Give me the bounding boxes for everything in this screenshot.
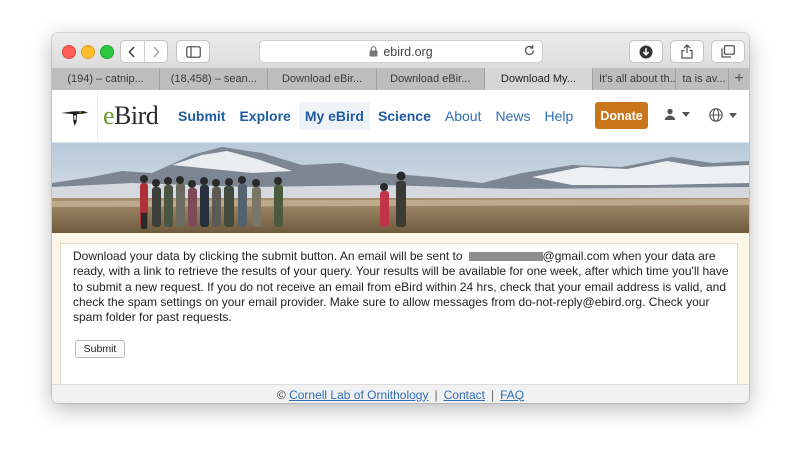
tab-overview-button[interactable] — [711, 40, 745, 63]
submit-button[interactable]: Submit — [75, 340, 125, 358]
caret-down-icon — [729, 112, 737, 118]
tab-sean[interactable]: (18,458) – sean... — [160, 68, 269, 90]
redacted-email-username — [468, 252, 543, 261]
main-nav: Submit Explore My eBird Science About Ne… — [172, 102, 581, 130]
downloads-button[interactable] — [629, 40, 663, 63]
nav-help[interactable]: Help — [538, 102, 579, 130]
chevron-left-icon — [128, 45, 135, 58]
site-header: eBird Submit Explore My eBird Science Ab… — [52, 90, 749, 143]
nav-my-ebird[interactable]: My eBird — [298, 102, 370, 130]
tab-catnip[interactable]: (194) – catnip... — [52, 68, 161, 90]
globe-icon — [709, 108, 723, 122]
tab-bar: (194) – catnip... (18,458) – sean... Dow… — [52, 68, 749, 91]
tab-download-ebird-1[interactable]: Download eBir... — [268, 68, 377, 90]
sidebar-button[interactable] — [176, 40, 210, 63]
tab-download-my-data[interactable]: Download My... — [484, 68, 594, 90]
share-button[interactable] — [670, 40, 704, 63]
cornell-lab-link[interactable]: Cornell Lab of Ornithology — [289, 388, 428, 402]
bird-logo-icon — [60, 111, 88, 126]
ebird-wordmark[interactable]: eBird — [103, 101, 159, 131]
browser-toolbar: ebird.org — [52, 33, 749, 69]
browser-window: ebird.org (194) – catnip... (18,458) – s… — [52, 33, 749, 403]
wordmark-prefix: e — [103, 101, 115, 130]
account-menu[interactable] — [664, 108, 690, 120]
download-instructions: Download your data by clicking the submi… — [73, 249, 729, 325]
nav-about[interactable]: About — [439, 102, 488, 130]
nav-submit[interactable]: Submit — [172, 102, 231, 130]
message-intro: Download your data by clicking the submi… — [73, 249, 463, 263]
maximize-window-button[interactable] — [100, 45, 114, 59]
download-icon — [639, 45, 653, 58]
contact-link[interactable]: Contact — [444, 388, 485, 402]
site-footer: © Cornell Lab of Ornithology | Contact |… — [52, 384, 749, 403]
address-bar[interactable]: ebird.org — [259, 40, 543, 63]
close-window-button[interactable] — [62, 45, 76, 59]
nav-science[interactable]: Science — [372, 102, 437, 130]
user-icon — [664, 108, 676, 120]
back-button[interactable] — [121, 41, 144, 62]
new-tab-button[interactable]: + — [729, 68, 749, 90]
tab-data-available[interactable]: ta is av... — [676, 68, 730, 90]
caret-down-icon — [682, 111, 690, 117]
footer-separator: | — [434, 387, 438, 402]
wordmark-suffix: Bird — [114, 101, 159, 130]
tab-overview-icon — [721, 45, 735, 58]
tab-its-all-about[interactable]: It's all about th... — [593, 68, 677, 90]
lock-icon — [369, 46, 378, 57]
copyright-symbol: © — [276, 387, 286, 402]
donate-button[interactable]: Donate — [595, 102, 648, 129]
hero-banner-image — [52, 143, 749, 233]
chevron-right-icon — [153, 45, 160, 58]
ebird-logo-bird[interactable] — [52, 90, 98, 142]
forward-button[interactable] — [143, 41, 168, 62]
message-email-domain: @gmail.com — [542, 249, 610, 263]
url-text: ebird.org — [383, 44, 433, 59]
nav-explore[interactable]: Explore — [233, 102, 296, 130]
birders-landscape-photo — [52, 143, 749, 233]
tab-download-ebird-2[interactable]: Download eBir... — [377, 68, 485, 90]
main-content: Download your data by clicking the submi… — [52, 233, 749, 384]
nav-news[interactable]: News — [489, 102, 536, 130]
footer-separator: | — [490, 387, 495, 402]
reload-icon[interactable] — [523, 44, 536, 57]
language-menu[interactable] — [709, 108, 737, 122]
minimize-window-button[interactable] — [81, 45, 95, 59]
history-navigation — [120, 40, 168, 63]
faq-link[interactable]: FAQ — [500, 388, 524, 402]
share-icon — [681, 44, 693, 59]
sidebar-icon — [185, 45, 201, 58]
download-panel: Download your data by clicking the submi… — [60, 243, 738, 384]
